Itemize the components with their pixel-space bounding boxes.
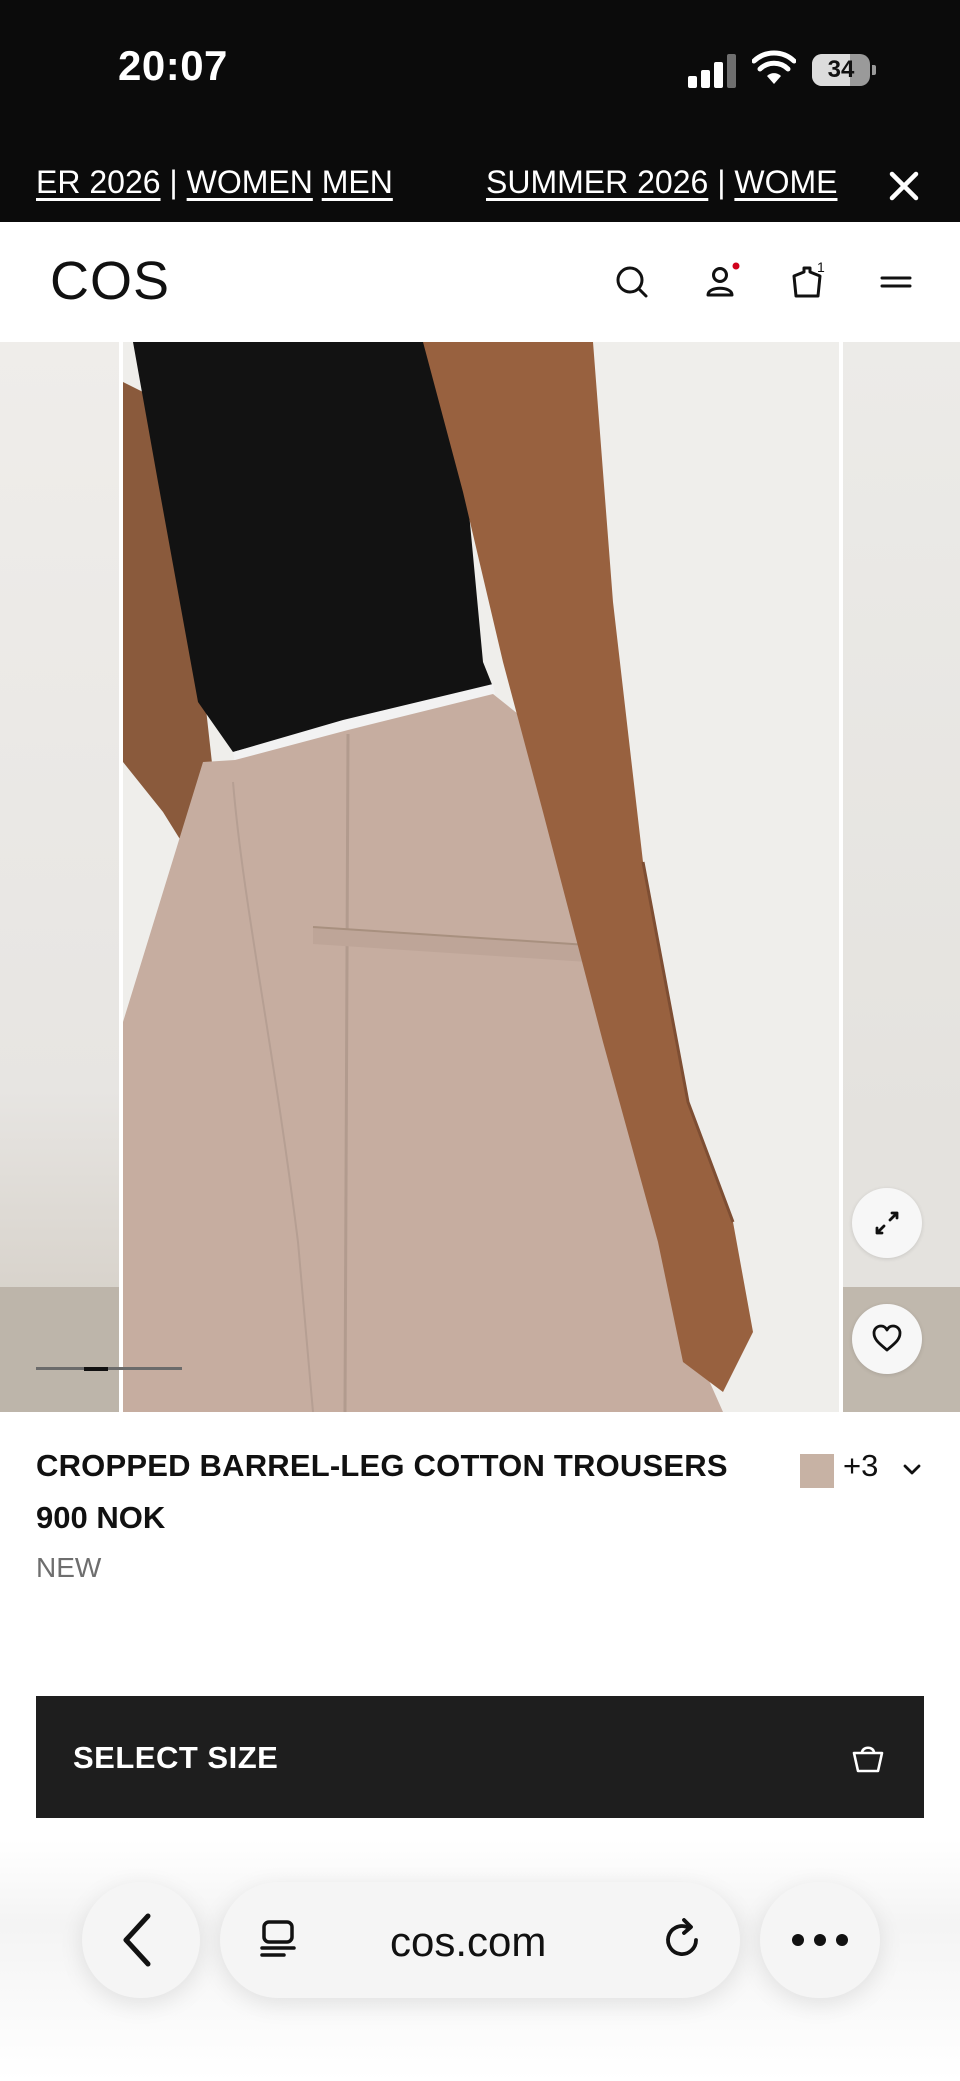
product-image-carousel[interactable] (0, 342, 960, 1412)
status-bar: 20:07 34 (0, 0, 960, 148)
cellular-signal-icon (688, 50, 738, 88)
menu-icon[interactable] (874, 260, 918, 304)
back-button[interactable] (82, 1882, 200, 1998)
basket-icon (852, 1746, 884, 1773)
promo-banner: ER 2026 | WOMEN MEN SUMMER 2026 | WOME (0, 148, 960, 222)
add-to-wishlist-button[interactable] (852, 1304, 922, 1374)
product-image[interactable] (123, 342, 839, 1412)
close-icon[interactable] (880, 162, 928, 210)
status-time: 20:07 (118, 42, 228, 89)
browser-toolbar: cos.com (0, 1840, 960, 2081)
account-icon[interactable] (698, 260, 742, 304)
trousers-photo (123, 342, 839, 1412)
select-size-label: SELECT SIZE (73, 1740, 279, 1775)
ellipsis-icon (792, 1934, 848, 1946)
svg-text:1: 1 (817, 260, 825, 275)
address-bar[interactable]: cos.com (220, 1882, 740, 1998)
new-badge: NEW (36, 1552, 102, 1583)
promo-link-women[interactable]: WOME (734, 164, 837, 200)
promo-segment: SUMMER 2026 | WOME (486, 164, 837, 201)
search-icon[interactable] (610, 260, 654, 304)
promo-link-men[interactable]: MEN (322, 164, 393, 200)
wifi-icon (752, 50, 796, 84)
tab-overview-icon[interactable] (254, 1916, 302, 1964)
more-colors-count[interactable]: +3 (843, 1448, 878, 1484)
promo-segment: ER 2026 | WOMEN MEN (36, 164, 393, 201)
previous-product-image[interactable] (0, 342, 119, 1412)
promo-separator: | (708, 164, 735, 200)
reload-icon[interactable] (658, 1916, 706, 1964)
heart-icon (872, 1324, 902, 1352)
promo-link-women[interactable]: WOMEN (187, 164, 313, 200)
product-title: CROPPED BARREL-LEG COTTON TROUSERS (36, 1448, 728, 1483)
carousel-position-indicator (36, 1367, 182, 1371)
expand-image-button[interactable] (852, 1188, 922, 1258)
promo-separator: | (160, 164, 187, 200)
battery-level: 34 (827, 56, 855, 83)
promo-marquee: ER 2026 | WOMEN MEN SUMMER 2026 | WOME (0, 148, 860, 222)
shopping-bag-icon[interactable]: 1 (786, 260, 830, 304)
url-text[interactable]: cos.com (390, 1918, 546, 1966)
select-size-button[interactable]: SELECT SIZE (36, 1696, 924, 1818)
more-options-button[interactable] (760, 1882, 880, 1998)
expand-icon (875, 1211, 899, 1235)
site-header: COS 1 (0, 222, 960, 342)
chevron-down-icon[interactable] (898, 1460, 926, 1480)
battery-icon: 34 (812, 54, 876, 86)
brand-logo[interactable]: COS (50, 250, 170, 312)
chevron-left-icon (123, 1913, 151, 1967)
promo-link-collection[interactable]: SUMMER 2026 (486, 164, 708, 200)
promo-link-collection[interactable]: ER 2026 (36, 164, 161, 200)
product-price: 900 NOK (36, 1500, 166, 1535)
color-swatch[interactable] (800, 1454, 834, 1488)
notification-dot (732, 262, 740, 270)
